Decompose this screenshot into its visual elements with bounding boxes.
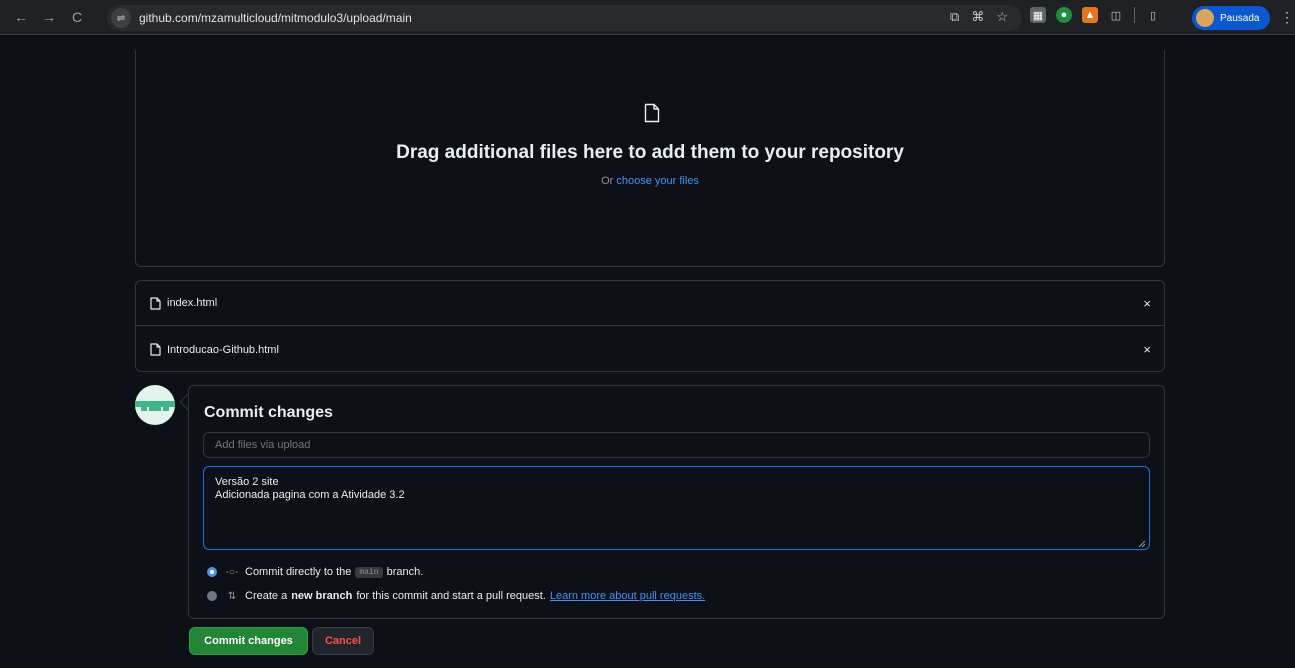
remove-file-icon[interactable]: × — [1143, 296, 1151, 311]
file-name: index.html — [167, 297, 218, 309]
back-icon[interactable]: ← — [10, 6, 32, 28]
toolbar-divider — [1134, 7, 1135, 23]
extension-metamask-icon[interactable]: ▲ — [1082, 7, 1098, 23]
learn-more-link[interactable]: Learn more about pull requests. — [550, 590, 705, 602]
identicon-icon — [135, 401, 175, 411]
cancel-button[interactable]: Cancel — [312, 627, 374, 655]
file-row: Introducao-Github.html × — [136, 327, 1164, 372]
commit-form: Commit changes Versão 2 site Adicionada … — [188, 385, 1165, 619]
extensions-puzzle-icon[interactable]: ◫ — [1108, 7, 1124, 23]
browser-toolbar: ← → C ⇌ github.com/mzamulticloud/mitmodu… — [0, 0, 1295, 35]
translate-icon[interactable]: ⌘ — [971, 9, 984, 25]
git-pull-request-icon: ⇅ — [227, 590, 237, 602]
address-bar[interactable]: ⇌ github.com/mzamulticloud/mitmodulo3/up… — [107, 5, 1022, 31]
file-dropzone[interactable]: Drag additional files here to add them t… — [135, 50, 1165, 267]
uploaded-file-list: index.html × Introducao-Github.html × — [135, 280, 1165, 372]
commit-changes-button[interactable]: Commit changes — [189, 627, 308, 655]
browser-menu-icon[interactable]: ⋮ — [1280, 9, 1294, 26]
commit-title: Commit changes — [204, 404, 333, 421]
file-icon — [644, 103, 660, 123]
file-icon — [150, 343, 161, 356]
profile-avatar — [1196, 9, 1214, 27]
radio-unselected[interactable] — [207, 591, 217, 601]
reload-icon[interactable]: C — [66, 6, 88, 28]
dropzone-or-text: Or — [601, 175, 614, 187]
extension-green-icon[interactable]: ● — [1056, 7, 1072, 23]
dropzone-subtitle: Or choose your files — [136, 175, 1164, 187]
url-text[interactable]: github.com/mzamulticloud/mitmodulo3/uplo… — [139, 11, 412, 25]
option-new-bold: new branch — [291, 590, 353, 602]
option-new-text: Create a — [245, 590, 288, 602]
dropzone-title: Drag additional files here to add them t… — [396, 142, 904, 163]
commit-summary-input[interactable] — [203, 432, 1150, 458]
profile-button[interactable]: Pausada — [1192, 6, 1270, 30]
choose-files-link[interactable]: choose your files — [616, 175, 699, 187]
profile-label: Pausada — [1220, 12, 1260, 24]
forward-icon[interactable]: → — [38, 6, 60, 28]
file-icon — [150, 296, 161, 310]
extension-qr-icon[interactable]: ▦ — [1030, 7, 1046, 23]
option-direct-text: Commit directly to the — [245, 566, 352, 578]
user-avatar[interactable] — [135, 385, 175, 425]
file-row: index.html × — [136, 281, 1164, 326]
git-commit-icon: -○- — [225, 566, 239, 578]
bookmark-star-icon[interactable]: ☆ — [996, 9, 1008, 25]
branch-name-badge: main — [355, 566, 383, 578]
site-settings-icon[interactable]: ⇌ — [111, 8, 131, 28]
new-branch-option[interactable]: ⇅ Create a new branch for this commit an… — [207, 590, 705, 602]
file-name: Introducao-Github.html — [167, 343, 279, 356]
commit-direct-option[interactable]: -○- Commit directly to the main branch. — [207, 566, 423, 578]
option-direct-text-end: branch. — [386, 566, 424, 578]
option-new-text-end: for this commit and start a pull request… — [356, 590, 546, 602]
commit-description-textarea[interactable]: Versão 2 site Adicionada pagina com a At… — [203, 466, 1150, 550]
install-app-icon[interactable]: ⧉ — [950, 9, 959, 25]
remove-file-icon[interactable]: × — [1143, 342, 1151, 357]
resize-grip-icon[interactable] — [1138, 540, 1146, 548]
side-panel-icon[interactable]: ▯ — [1145, 7, 1161, 23]
radio-selected[interactable] — [207, 567, 217, 577]
